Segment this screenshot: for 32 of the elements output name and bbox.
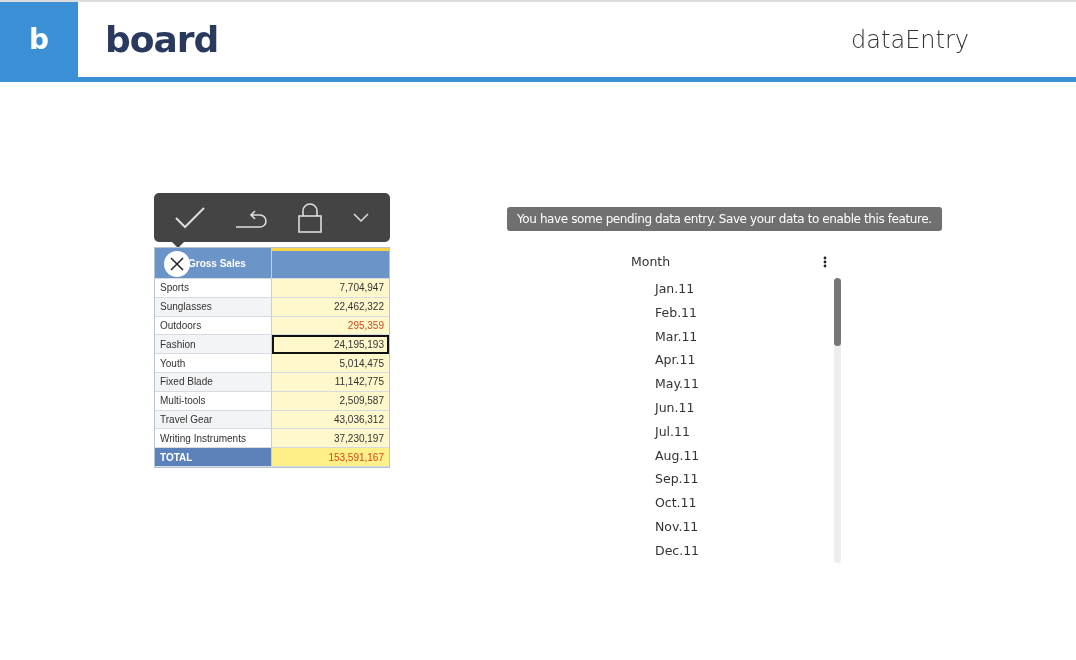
undo-icon[interactable] bbox=[235, 207, 268, 228]
close-icon bbox=[170, 257, 184, 271]
month-item[interactable]: Jul.11 bbox=[655, 422, 834, 442]
month-item[interactable]: Mar.11 bbox=[655, 327, 834, 347]
value-cell[interactable]: 24,195,193 bbox=[272, 335, 389, 355]
scrollbar[interactable] bbox=[834, 278, 841, 563]
month-item[interactable]: Nov.11 bbox=[655, 517, 834, 537]
more-options-icon[interactable] bbox=[823, 255, 827, 268]
scrollbar-thumb[interactable] bbox=[834, 278, 841, 346]
value-cell[interactable]: 37,230,197 bbox=[272, 429, 389, 449]
month-item[interactable]: Dec.11 bbox=[655, 541, 834, 561]
month-item[interactable]: May.11 bbox=[655, 375, 834, 394]
selector-title: Month bbox=[631, 254, 671, 269]
row-header: Fashion bbox=[155, 335, 272, 355]
value-cell[interactable]: 7,704,947 bbox=[272, 279, 389, 298]
page-title: dataEntry bbox=[851, 25, 969, 54]
check-icon[interactable] bbox=[175, 206, 206, 229]
month-item[interactable]: Jan.11 bbox=[655, 280, 834, 299]
lock-icon[interactable] bbox=[298, 202, 323, 233]
tooltip: You have some pending data entry. Save your data to enable this feature. bbox=[507, 207, 942, 231]
month-item[interactable]: Feb.11 bbox=[655, 303, 834, 323]
value-cell[interactable]: 153,591,167 bbox=[272, 448, 389, 467]
board-logo: board bbox=[105, 19, 219, 60]
app-logo: b bbox=[28, 23, 49, 56]
month-item[interactable]: Apr.11 bbox=[655, 351, 834, 370]
row-header: TOTAL bbox=[155, 448, 272, 467]
month-item[interactable]: Aug.11 bbox=[655, 446, 834, 466]
chevron-down-icon[interactable] bbox=[352, 212, 369, 223]
month-item[interactable]: Jun.11 bbox=[655, 399, 834, 418]
month-item[interactable]: Sep.11 bbox=[655, 470, 834, 489]
month-item[interactable]: Oct.11 bbox=[655, 494, 834, 513]
value-cell[interactable]: 5,014,475 bbox=[272, 354, 389, 373]
